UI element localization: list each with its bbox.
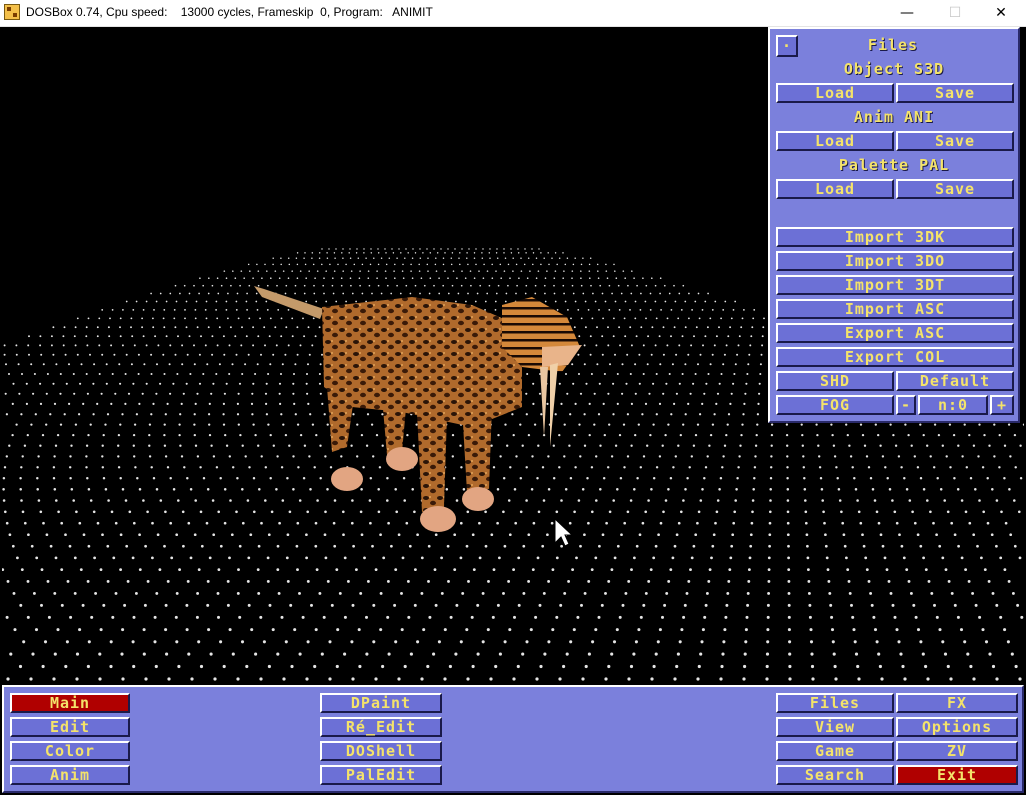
edit-tab-button[interactable]: Edit: [10, 717, 130, 737]
zv-tab-button[interactable]: ZV: [896, 741, 1018, 761]
object-load-button[interactable]: Load: [776, 83, 894, 103]
files-tab-button[interactable]: Files: [776, 693, 894, 713]
paledit-button[interactable]: PalEdit: [320, 765, 442, 785]
fog-value-field[interactable]: n:0: [918, 395, 988, 415]
panel-close-button[interactable]: ·: [776, 35, 798, 57]
anim-ani-label: Anim ANI: [853, 108, 935, 126]
re-edit-button[interactable]: Ré_Edit: [320, 717, 442, 737]
options-tab-button[interactable]: Options: [896, 717, 1018, 737]
dpaint-button[interactable]: DPaint: [320, 693, 442, 713]
fog-decrease-button[interactable]: -: [896, 395, 916, 415]
search-tab-button[interactable]: Search: [776, 765, 894, 785]
palette-load-button[interactable]: Load: [776, 179, 894, 199]
exit-button[interactable]: Exit: [896, 765, 1018, 785]
import-3dk-button[interactable]: Import 3DK: [776, 227, 1014, 247]
import-3dt-button[interactable]: Import 3DT: [776, 275, 1014, 295]
import-3do-button[interactable]: Import 3DO: [776, 251, 1014, 271]
palette-pal-label: Palette PAL: [838, 156, 950, 174]
panel-heading: Files: [867, 36, 919, 54]
bottom-menu-bar: Main Edit Color Anim DPaint Ré_Edit DOSh…: [2, 685, 1024, 793]
maximize-button[interactable]: ☐: [932, 0, 978, 26]
dosbox-app-icon: [4, 4, 20, 20]
color-tab-button[interactable]: Color: [10, 741, 130, 761]
sabre-tooth-tiger-model: [254, 286, 582, 532]
export-asc-button[interactable]: Export ASC: [776, 323, 1014, 343]
doshell-button[interactable]: DOShell: [320, 741, 442, 761]
files-panel: · Files Object S3D Load Save Anim ANI Lo…: [768, 27, 1020, 423]
anim-save-button[interactable]: Save: [896, 131, 1014, 151]
import-asc-button[interactable]: Import ASC: [776, 299, 1014, 319]
object-s3d-label: Object S3D: [843, 60, 945, 78]
fog-button[interactable]: FOG: [776, 395, 894, 415]
fog-increase-button[interactable]: +: [990, 395, 1014, 415]
window-title: DOSBox 0.74, Cpu speed: 13000 cycles, Fr…: [26, 5, 433, 19]
view-tab-button[interactable]: View: [776, 717, 894, 737]
palette-save-button[interactable]: Save: [896, 179, 1014, 199]
window-titlebar[interactable]: DOSBox 0.74, Cpu speed: 13000 cycles, Fr…: [0, 0, 1026, 27]
close-button[interactable]: ✕: [978, 0, 1024, 26]
fx-tab-button[interactable]: FX: [896, 693, 1018, 713]
export-col-button[interactable]: Export COL: [776, 347, 1014, 367]
object-save-button[interactable]: Save: [896, 83, 1014, 103]
default-button[interactable]: Default: [896, 371, 1014, 391]
shd-button[interactable]: SHD: [776, 371, 894, 391]
game-tab-button[interactable]: Game: [776, 741, 894, 761]
anim-load-button[interactable]: Load: [776, 131, 894, 151]
minimize-button[interactable]: —: [884, 0, 930, 26]
main-tab-button[interactable]: Main: [10, 693, 130, 713]
anim-tab-button[interactable]: Anim: [10, 765, 130, 785]
